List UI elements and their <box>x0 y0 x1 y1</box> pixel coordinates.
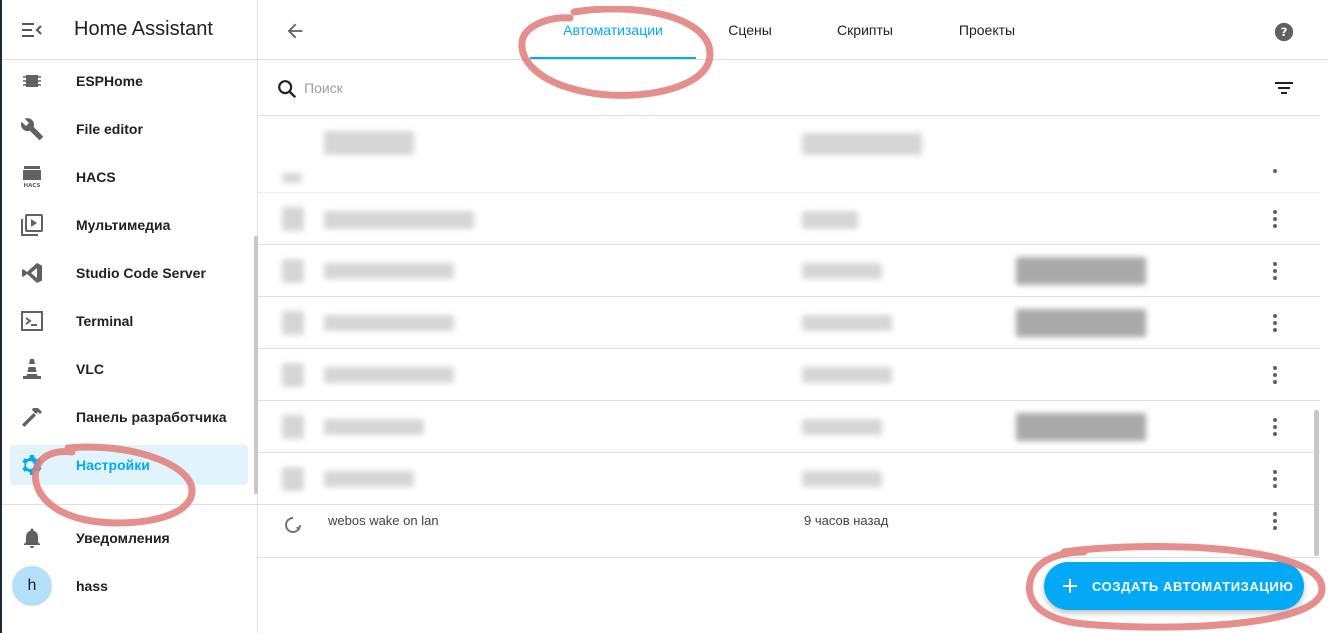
sidebar-item-label: Настройки <box>76 457 150 473</box>
sidebar-item-vlc[interactable]: VLC <box>10 349 248 389</box>
tab-automations[interactable]: Автоматизации <box>530 0 696 60</box>
hacs-icon-text: HACS <box>24 183 41 189</box>
automation-icon <box>285 517 301 533</box>
automation-name: webos wake on lan <box>328 513 439 528</box>
table-row[interactable]: webos wake on lan 9 часов назад <box>258 505 1320 557</box>
more-vertical-icon[interactable] <box>1266 313 1284 333</box>
active-tab-indicator <box>530 57 696 59</box>
more-vertical-icon[interactable] <box>1266 167 1284 177</box>
automation-list: webos wake on lan 9 часов назад <box>258 117 1320 557</box>
sidebar-item-label: VLC <box>76 361 104 377</box>
sidebar-divider <box>2 504 258 505</box>
sidebar-item-file-editor[interactable]: File editor <box>10 109 248 149</box>
gear-icon <box>22 455 42 475</box>
sidebar-item-developer-tools[interactable]: Панель разработчика <box>10 397 248 437</box>
search-input[interactable] <box>304 77 904 99</box>
hammer-icon <box>22 408 42 427</box>
tab-scenes[interactable]: Сцены <box>710 0 790 60</box>
sidebar-item-label: Мультимедиа <box>76 217 171 233</box>
create-automation-label: СОЗДАТЬ АВТОМАТИЗАЦИЮ <box>1092 579 1294 594</box>
top-toolbar: Автоматизации Сцены Скрипты Проекты ? <box>258 0 1328 60</box>
table-row[interactable] <box>258 193 1320 245</box>
sidebar-item-label: Панель разработчика <box>76 409 227 425</box>
sidebar-item-label: Studio Code Server <box>76 265 206 281</box>
sidebar-item-label: File editor <box>76 121 143 137</box>
sidebar-item-studio-code[interactable]: Studio Code Server <box>10 253 248 293</box>
svg-text:?: ? <box>1281 25 1288 39</box>
help-circle-icon[interactable]: ? <box>1274 22 1294 42</box>
sidebar-item-label: Terminal <box>76 313 134 329</box>
automation-last-triggered: 9 часов назад <box>804 513 889 528</box>
search-icon <box>278 80 297 99</box>
more-vertical-icon[interactable] <box>1266 511 1284 531</box>
more-vertical-icon[interactable] <box>1266 209 1284 229</box>
table-row[interactable] <box>258 245 1320 297</box>
list-scrollbar[interactable] <box>1314 410 1319 556</box>
console-icon <box>21 311 43 331</box>
create-automation-button[interactable]: СОЗДАТЬ АВТОМАТИЗАЦИЮ <box>1044 562 1304 610</box>
vscode-icon <box>22 263 42 283</box>
filter-icon[interactable] <box>1274 80 1294 96</box>
user-name[interactable]: hass <box>76 578 108 594</box>
play-box-icon <box>21 214 43 236</box>
sidebar-item-label: HACS <box>76 169 116 185</box>
table-row[interactable] <box>258 349 1320 401</box>
sidebar-item-terminal[interactable]: Terminal <box>10 301 248 341</box>
sidebar-title: Home Assistant <box>74 18 213 40</box>
more-vertical-icon[interactable] <box>1266 261 1284 281</box>
plus-icon <box>1063 579 1077 593</box>
chip-icon <box>23 75 41 87</box>
table-row[interactable] <box>258 453 1320 505</box>
arrow-left-icon[interactable] <box>284 20 306 42</box>
sidebar-item-esphome[interactable]: ESPHome <box>10 61 248 101</box>
traffic-cone-icon <box>23 359 41 379</box>
app-root: Home Assistant ESPHome File editor HACS … <box>0 0 1328 633</box>
sidebar-item-settings[interactable]: Настройки <box>10 445 248 485</box>
more-vertical-icon[interactable] <box>1266 417 1284 437</box>
table-row[interactable] <box>258 297 1320 349</box>
sidebar-item-notifications[interactable]: Уведомления <box>10 518 248 558</box>
search-bar <box>258 60 1320 116</box>
sidebar: Home Assistant ESPHome File editor HACS … <box>0 0 258 633</box>
sidebar-item-label: ESPHome <box>76 73 143 89</box>
menu-collapse-icon[interactable] <box>22 22 42 38</box>
redacted-icon <box>282 173 302 183</box>
sidebar-header: Home Assistant <box>2 0 258 60</box>
tab-scripts[interactable]: Скрипты <box>820 0 910 60</box>
more-vertical-icon[interactable] <box>1266 469 1284 489</box>
table-row[interactable] <box>258 401 1320 453</box>
more-vertical-icon[interactable] <box>1266 365 1284 385</box>
bell-icon <box>24 528 40 548</box>
avatar[interactable]: h <box>12 566 52 606</box>
list-bottom-divider <box>258 557 1320 558</box>
sidebar-item-hacs[interactable]: HACS HACS <box>10 157 248 197</box>
redacted-time <box>802 133 922 155</box>
sidebar-item-media[interactable]: Мультимедиа <box>10 205 248 245</box>
redacted-name <box>324 131 414 155</box>
hacs-icon: HACS <box>23 166 41 189</box>
wrench-icon <box>20 118 43 140</box>
sidebar-item-label: Уведомления <box>76 530 170 546</box>
table-row[interactable] <box>258 117 1320 193</box>
tab-blueprints[interactable]: Проекты <box>944 0 1030 60</box>
